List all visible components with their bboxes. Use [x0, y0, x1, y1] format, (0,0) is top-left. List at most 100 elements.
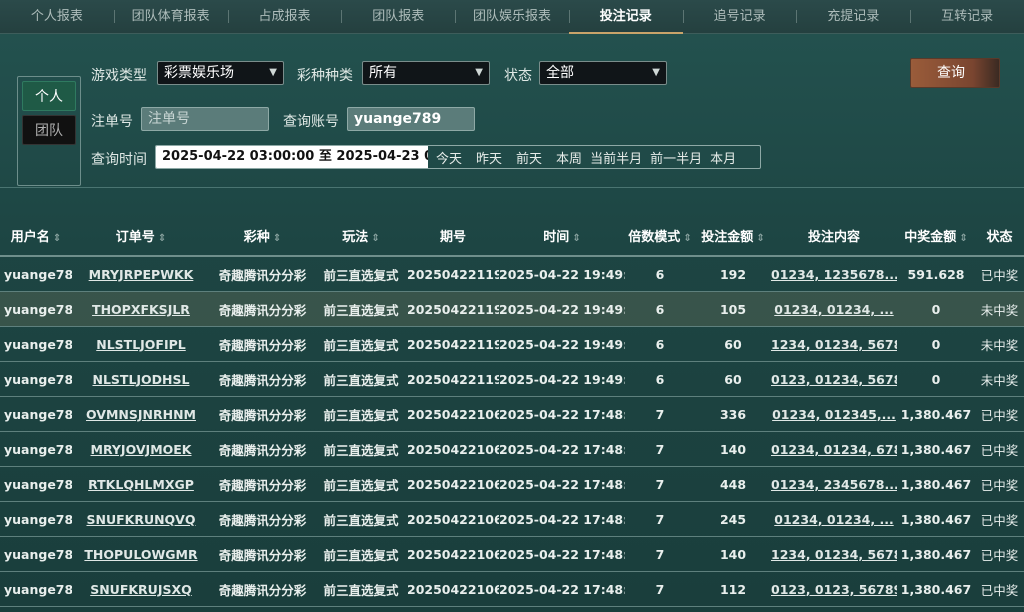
column-header-multiplier[interactable]: 倍数模式 ⇕ — [625, 215, 695, 257]
table-row[interactable]: yuange789MRYJOVJMOEK奇趣腾讯分分彩前三直选复式2025042… — [0, 431, 1024, 467]
cell-bet-content[interactable]: 01234, 01234, 6789 — [771, 431, 897, 467]
cell-time: 2025-04-22 17:48:42 — [499, 431, 625, 467]
tab-deposit-withdraw-records[interactable]: 充提记录 — [796, 0, 910, 33]
tab-team-report[interactable]: 团队报表 — [341, 0, 455, 33]
cell-issue: 202504221069 — [407, 431, 499, 467]
table-row[interactable]: yuange789OVMNSJNRHNM奇趣腾讯分分彩前三直选复式2025042… — [0, 396, 1024, 432]
cell-username: yuange789 — [0, 466, 72, 502]
cell-bet-amount: 245 — [695, 501, 771, 537]
cell-bet-amount: 112 — [695, 571, 771, 607]
order-no-input[interactable]: 注单号 — [141, 107, 269, 131]
table-row[interactable]: yuange789MRYJRPEPWKK奇趣腾讯分分彩前三直选复式2025042… — [0, 256, 1024, 292]
cell-time: 2025-04-22 19:49:24 — [499, 361, 625, 397]
column-header-username[interactable]: 用户名 ⇕ — [0, 215, 72, 257]
table-row[interactable]: yuange789THOPULOWGMR奇趣腾讯分分彩前三直选复式2025042… — [0, 536, 1024, 572]
column-header-bet-content: 投注内容 — [771, 215, 897, 257]
scope-personal-button[interactable]: 个人 — [22, 81, 76, 111]
column-header-bet-amount[interactable]: 投注金额 ⇕ — [695, 215, 771, 257]
tab-team-entertainment-report[interactable]: 团队娱乐报表 — [455, 0, 569, 33]
tab-transfer-records[interactable]: 互转记录 — [910, 0, 1024, 33]
cell-username: yuange789 — [0, 571, 72, 607]
status-select[interactable]: 全部 ▼ — [539, 61, 667, 85]
game-type-value: 彩票娱乐场 — [164, 65, 234, 81]
cell-issue: 202504221069 — [407, 536, 499, 572]
cell-multiplier: 7 — [625, 431, 695, 467]
quick-range-current-half-month[interactable]: 当前半月 — [590, 148, 642, 167]
tab-bet-records[interactable]: 投注记录 — [568, 0, 683, 34]
tab-personal-report[interactable]: 个人报表 — [0, 0, 114, 33]
table-row[interactable]: yuange789SNUFKRUNQVQ奇趣腾讯分分彩前三直选复式2025042… — [0, 501, 1024, 537]
table-row[interactable]: yuange789NLSTLJODHSL奇趣腾讯分分彩前三直选复式2025042… — [0, 361, 1024, 397]
cell-bet-content[interactable]: 01234, 01234, ... — [771, 291, 897, 327]
cell-lottery: 奇趣腾讯分分彩 — [210, 256, 315, 292]
cell-lottery: 奇趣腾讯分分彩 — [210, 326, 315, 362]
cell-bet-content[interactable]: 01234, 01234, ... — [771, 501, 897, 537]
cell-time: 2025-04-22 17:48:47 — [499, 396, 625, 432]
cell-time: 2025-04-22 17:48:27 — [499, 536, 625, 572]
cell-bet-amount: 60 — [695, 326, 771, 362]
column-header-order-no[interactable]: 订单号 ⇕ — [72, 215, 210, 257]
cell-order-no[interactable]: OVMNSJNRHNM — [72, 396, 210, 432]
cell-bet-amount: 192 — [695, 256, 771, 292]
sort-icon: ⇕ — [272, 232, 282, 244]
scope-team-button[interactable]: 团队 — [22, 115, 76, 145]
quick-range-today[interactable]: 今天 — [436, 148, 462, 167]
cell-issue: 202504221190 — [407, 361, 499, 397]
cell-lottery: 奇趣腾讯分分彩 — [210, 431, 315, 467]
quick-range-previous-half-month[interactable]: 前一半月 — [650, 148, 702, 167]
tab-chase-records[interactable]: 追号记录 — [682, 0, 797, 33]
column-header-play-type[interactable]: 玩法 ⇕ — [315, 215, 407, 257]
cell-order-no[interactable]: MRYJRPEPWKK — [72, 256, 210, 292]
cell-issue: 202504221069 — [407, 396, 499, 432]
table-row[interactable]: yuange789RTKLQHLMXGP奇趣腾讯分分彩前三直选复式2025042… — [0, 466, 1024, 502]
cell-order-no[interactable]: THOPULOWGMR — [72, 536, 210, 572]
cell-bet-content[interactable]: 01234, 012345,... — [771, 396, 897, 432]
cell-bet-content[interactable]: 1234, 01234, 56789 — [771, 326, 897, 362]
cell-bet-content[interactable]: 01234, 2345678... — [771, 466, 897, 502]
cell-time: 2025-04-22 17:48:30 — [499, 501, 625, 537]
sort-icon: ⇕ — [157, 232, 167, 244]
quick-range-this-month[interactable]: 本月 — [710, 148, 736, 167]
column-header-time[interactable]: 时间 ⇕ — [499, 215, 625, 257]
cell-win-amount: 1,380.467 — [897, 571, 975, 607]
query-button[interactable]: 查询 — [910, 58, 1000, 88]
account-input[interactable]: yuange789 — [347, 107, 475, 131]
column-header-lottery[interactable]: 彩种 ⇕ — [210, 215, 315, 257]
lottery-type-select[interactable]: 所有 ▼ — [362, 61, 490, 85]
tab-share-report[interactable]: 占成报表 — [227, 0, 342, 33]
tab-team-sports-report[interactable]: 团队体育报表 — [113, 0, 228, 33]
quick-range-this-week[interactable]: 本周 — [556, 148, 582, 167]
cell-bet-content[interactable]: 0123, 01234, 56789 — [771, 361, 897, 397]
cell-time: 2025-04-22 17:48:37 — [499, 466, 625, 502]
cell-username: yuange789 — [0, 361, 72, 397]
quick-range-day-before[interactable]: 前天 — [516, 148, 542, 167]
sort-icon: ⇕ — [959, 232, 968, 244]
cell-bet-content[interactable]: 0123, 0123, 56789 — [771, 571, 897, 607]
column-header-win-amount[interactable]: 中奖金额 ⇕ — [897, 215, 975, 257]
cell-order-no[interactable]: NLSTLJOFIPL — [72, 326, 210, 362]
cell-order-no[interactable]: SNUFKRUNQVQ — [72, 501, 210, 537]
cell-order-no[interactable]: THOPXFKSJLR — [72, 291, 210, 327]
cell-order-no[interactable]: MRYJOVJMOEK — [72, 431, 210, 467]
table-row[interactable]: yuange789NLSTLJOFIPL奇趣腾讯分分彩前三直选复式2025042… — [0, 326, 1024, 362]
cell-order-no[interactable]: RTKLQHLMXGP — [72, 466, 210, 502]
cell-bet-content[interactable]: 01234, 1235678... — [771, 256, 897, 292]
cell-status: 已中奖 — [975, 256, 1024, 292]
table-row[interactable]: yuange789THOPXFKSJLR奇趣腾讯分分彩前三直选复式2025042… — [0, 291, 1024, 327]
cell-play-type: 前三直选复式 — [315, 536, 407, 572]
cell-play-type: 前三直选复式 — [315, 501, 407, 537]
cell-bet-content[interactable]: 1234, 01234, 56789 — [771, 536, 897, 572]
cell-status: 未中奖 — [975, 361, 1024, 397]
cell-multiplier: 7 — [625, 501, 695, 537]
cell-play-type: 前三直选复式 — [315, 256, 407, 292]
cell-username: yuange789 — [0, 501, 72, 537]
time-label: 查询时间 — [91, 152, 147, 168]
cell-status: 未中奖 — [975, 326, 1024, 362]
table-row[interactable]: yuange789SNUFKRUJSXQ奇趣腾讯分分彩前三直选复式2025042… — [0, 571, 1024, 607]
time-range-input[interactable]: 2025-04-22 03:00:00 至 2025-04-23 03:00:0… — [156, 146, 428, 168]
cell-multiplier: 7 — [625, 571, 695, 607]
cell-order-no[interactable]: SNUFKRUJSXQ — [72, 571, 210, 607]
cell-order-no[interactable]: NLSTLJODHSL — [72, 361, 210, 397]
game-type-select[interactable]: 彩票娱乐场 ▼ — [157, 61, 284, 85]
quick-range-yesterday[interactable]: 昨天 — [476, 148, 502, 167]
